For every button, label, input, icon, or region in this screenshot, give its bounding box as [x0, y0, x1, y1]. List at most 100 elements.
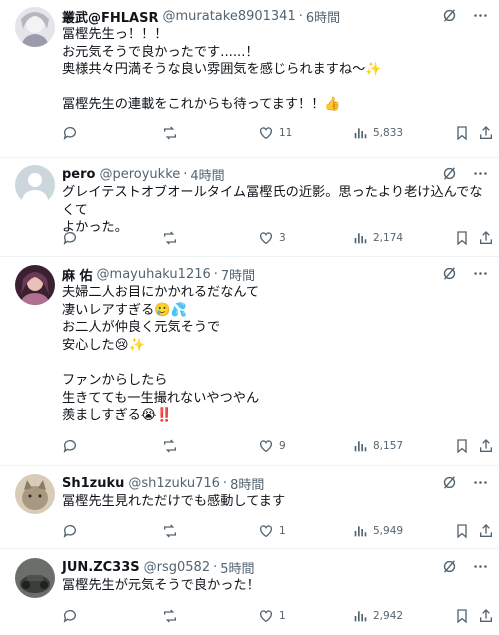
share-button[interactable]	[478, 438, 494, 454]
retweet-button[interactable]	[162, 125, 183, 141]
view-count: 8,157	[373, 440, 404, 452]
grok-icon[interactable]	[441, 7, 458, 28]
reply-icon	[62, 230, 78, 246]
more-icon[interactable]	[472, 265, 489, 286]
views-button[interactable]: 2,174	[352, 230, 403, 246]
reply-button[interactable]	[62, 438, 83, 454]
view-count: 5,949	[373, 525, 404, 537]
more-icon[interactable]	[472, 474, 489, 495]
views-icon	[352, 125, 368, 141]
grok-icon[interactable]	[441, 474, 458, 495]
avatar[interactable]	[15, 265, 55, 305]
reply-button[interactable]	[62, 125, 83, 141]
tweet-actions: 9 8,157	[62, 436, 492, 456]
separator-dot: ·	[222, 475, 228, 491]
user-handle[interactable]: @rsg0582	[144, 560, 210, 575]
tweet[interactable]: 叢武@FHLASR @muratake8901341 · 6時間 冨樫先生っ！！…	[0, 0, 499, 158]
like-button[interactable]: 11	[258, 125, 292, 141]
timestamp[interactable]: 5時間	[220, 558, 254, 577]
tweet[interactable]: pero @peroyukke · 4時間 グレイテストオブオールタイム冨樫氏の…	[0, 158, 499, 257]
view-count: 2,942	[373, 610, 404, 622]
tweet-header: 叢武@FHLASR @muratake8901341 · 6時間	[62, 7, 489, 28]
grok-icon[interactable]	[441, 265, 458, 286]
reply-icon	[62, 523, 78, 539]
tweet-text: 冨樫先生見れただけでも感動してます	[62, 494, 286, 509]
avatar[interactable]	[15, 474, 55, 514]
reply-icon	[62, 608, 78, 624]
share-button[interactable]	[478, 230, 494, 246]
timestamp[interactable]: 7時間	[221, 265, 255, 284]
avatar[interactable]	[15, 558, 55, 598]
retweet-button[interactable]	[162, 523, 183, 539]
reply-button[interactable]	[62, 523, 83, 539]
user-handle[interactable]: @muratake8901341	[162, 9, 295, 24]
reply-icon	[62, 438, 78, 454]
like-icon	[258, 438, 274, 454]
grok-icon[interactable]	[441, 558, 458, 579]
more-icon[interactable]	[472, 558, 489, 579]
bookmark-icon	[454, 608, 470, 624]
more-icon[interactable]	[472, 7, 489, 28]
tweet-text: 夫婦二人お目にかかれるだなんて 凄いレアすぎる🥲💦 お二人が仲良く元気そうで 安…	[62, 285, 260, 424]
share-icon	[478, 230, 494, 246]
share-icon	[478, 523, 494, 539]
timestamp[interactable]: 6時間	[306, 7, 340, 26]
more-icon[interactable]	[472, 165, 489, 186]
reply-button[interactable]	[62, 230, 83, 246]
user-handle[interactable]: @sh1zuku716	[128, 476, 220, 491]
share-button[interactable]	[478, 125, 494, 141]
timestamp[interactable]: 4時間	[190, 165, 224, 184]
tweet-header: Sh1zuku @sh1zuku716 · 8時間	[62, 474, 489, 495]
avatar[interactable]	[15, 7, 55, 47]
share-icon	[478, 438, 494, 454]
separator-dot: ·	[298, 8, 303, 24]
user-handle[interactable]: @mayuhaku1216	[97, 267, 211, 282]
views-button[interactable]: 2,942	[352, 608, 403, 624]
tweet-actions: 3 2,174	[62, 228, 492, 248]
retweet-button[interactable]	[162, 438, 183, 454]
tweet[interactable]: Sh1zuku @sh1zuku716 · 8時間 冨樫先生見れただけでも感動し…	[0, 466, 499, 549]
tweet[interactable]: 麻 佑 @mayuhaku1216 · 7時間 夫婦二人お目にかかれるだなんて …	[0, 257, 499, 466]
like-button[interactable]: 1	[258, 523, 286, 539]
retweet-icon	[162, 230, 178, 246]
retweet-icon	[162, 608, 178, 624]
timestamp[interactable]: 8時間	[230, 474, 264, 493]
tweet-actions: 1 2,942	[62, 606, 492, 626]
retweet-button[interactable]	[162, 230, 183, 246]
views-icon	[352, 230, 368, 246]
display-name[interactable]: JUN.ZC33S	[62, 560, 140, 575]
grok-icon[interactable]	[441, 165, 458, 186]
bookmark-button[interactable]	[454, 230, 470, 246]
display-name[interactable]: 麻 佑	[62, 265, 93, 284]
share-button[interactable]	[478, 608, 494, 624]
share-icon	[478, 608, 494, 624]
avatar[interactable]	[15, 165, 55, 205]
like-count: 3	[279, 232, 286, 244]
bookmark-button[interactable]	[454, 438, 470, 454]
like-icon	[258, 230, 274, 246]
like-button[interactable]: 1	[258, 608, 286, 624]
display-name[interactable]: 叢武@FHLASR	[62, 7, 158, 26]
retweet-button[interactable]	[162, 608, 183, 624]
retweet-icon	[162, 523, 178, 539]
tweet[interactable]: JUN.ZC33S @rsg0582 · 5時間 冨樫先生が元気そうで良かった！	[0, 549, 499, 635]
share-button[interactable]	[478, 523, 494, 539]
views-button[interactable]: 8,157	[352, 438, 403, 454]
like-icon	[258, 523, 274, 539]
bookmark-icon	[454, 125, 470, 141]
view-count: 5,833	[373, 127, 404, 139]
bookmark-button[interactable]	[454, 125, 470, 141]
views-button[interactable]: 5,833	[352, 125, 403, 141]
bookmark-icon	[454, 523, 470, 539]
display-name[interactable]: Sh1zuku	[62, 476, 124, 491]
like-button[interactable]: 3	[258, 230, 286, 246]
views-button[interactable]: 5,949	[352, 523, 403, 539]
display-name[interactable]: pero	[62, 167, 95, 182]
user-handle[interactable]: @peroyukke	[99, 167, 180, 182]
bookmark-icon	[454, 230, 470, 246]
bookmark-button[interactable]	[454, 523, 470, 539]
bookmark-button[interactable]	[454, 608, 470, 624]
like-button[interactable]: 9	[258, 438, 286, 454]
reply-button[interactable]	[62, 608, 83, 624]
reply-icon	[62, 125, 78, 141]
